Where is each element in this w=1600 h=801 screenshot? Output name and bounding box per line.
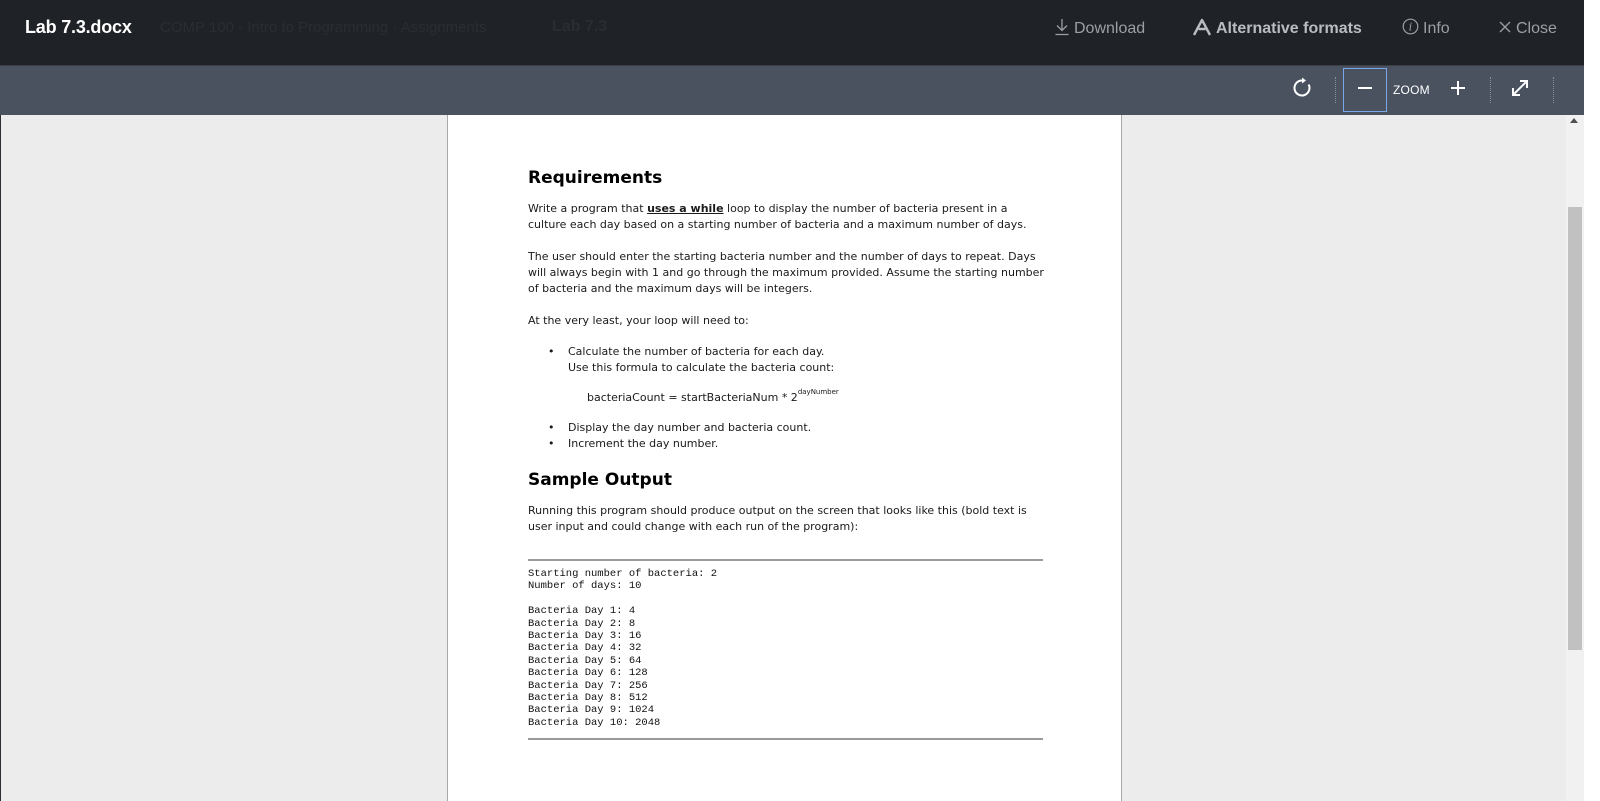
document-content: Requirements Write a program that uses a… xyxy=(528,167,1048,741)
document-page: Requirements Write a program that uses a… xyxy=(447,115,1122,801)
fullscreen-button[interactable] xyxy=(1498,68,1542,112)
intro-emphasis: uses a while xyxy=(647,202,724,215)
close-label: Close xyxy=(1516,20,1557,37)
bullet-calculate: Calculate the number of bacteria for eac… xyxy=(568,345,825,358)
download-icon xyxy=(1054,18,1074,41)
background-tab-title: Lab 7.3 xyxy=(552,18,608,35)
user-input-paragraph: The user should enter the starting bacte… xyxy=(528,250,1044,295)
close-icon xyxy=(1498,20,1516,39)
list-item: Increment the day number. xyxy=(548,436,1048,452)
download-button[interactable]: Download xyxy=(1054,18,1145,40)
loop-steps-list-continued: Display the day number and bacteria coun… xyxy=(548,420,1048,452)
rotate-icon xyxy=(1291,77,1313,104)
info-label: Info xyxy=(1423,20,1450,37)
zoom-in-button[interactable] xyxy=(1436,68,1480,112)
list-item: Calculate the number of bacteria for eac… xyxy=(548,344,1048,376)
requirements-heading: Requirements xyxy=(528,168,663,188)
sample-output-heading: Sample Output xyxy=(528,470,672,490)
formula-exponent: dayNumber xyxy=(797,388,839,396)
info-button[interactable]: i Info xyxy=(1402,18,1450,40)
close-button[interactable]: Close xyxy=(1498,18,1557,40)
intro-prefix: Write a program that xyxy=(528,202,648,215)
window-right-edge xyxy=(1584,0,1600,801)
zoom-out-button[interactable] xyxy=(1343,68,1387,112)
alternative-formats-button[interactable]: Alternative formats xyxy=(1192,18,1362,40)
sample-output-code: Starting number of bacteria: 2 Number of… xyxy=(528,568,718,729)
plus-icon xyxy=(1450,80,1466,101)
alternative-formats-icon xyxy=(1192,18,1216,41)
expand-icon xyxy=(1510,78,1530,103)
formula: bacteriaCount = startBacteriaNum * 2dayN… xyxy=(587,388,1048,406)
svg-text:i: i xyxy=(1409,21,1413,34)
document-title: Lab 7.3.docx xyxy=(25,17,132,37)
minus-icon xyxy=(1357,80,1373,101)
zoom-label: ZOOM xyxy=(1393,83,1430,97)
info-icon: i xyxy=(1402,18,1423,40)
loop-intro-paragraph: At the very least, your loop will need t… xyxy=(528,314,749,327)
bullet-calculate-sub: Use this formula to calculate the bacter… xyxy=(568,361,835,374)
code-block-top-rule xyxy=(528,559,1043,561)
loop-steps-list: Calculate the number of bacteria for eac… xyxy=(548,344,1048,376)
list-item: Display the day number and bacteria coun… xyxy=(548,420,1048,436)
code-block-bottom-rule xyxy=(528,738,1043,741)
document-viewer[interactable]: Requirements Write a program that uses a… xyxy=(0,115,1584,801)
rotate-button[interactable] xyxy=(1280,68,1324,112)
formula-base: bacteriaCount = startBacteriaNum * 2 xyxy=(587,391,798,404)
sample-intro-paragraph: Running this program should produce outp… xyxy=(528,504,1027,533)
toolbar-divider xyxy=(1490,77,1491,103)
viewer-toolbar: ZOOM xyxy=(0,66,1584,115)
scroll-up-arrow-icon[interactable] xyxy=(1570,118,1578,123)
intro-paragraph: Write a program that uses a while loop t… xyxy=(528,201,1048,233)
alternative-formats-label: Alternative formats xyxy=(1216,20,1362,37)
toolbar-divider xyxy=(1553,77,1554,103)
download-label: Download xyxy=(1074,20,1146,37)
background-breadcrumb: COMP 100 - Intro to Programming · Assign… xyxy=(160,19,487,36)
viewer-header: Lab 7.3.docx COMP 100 - Intro to Program… xyxy=(0,0,1584,66)
vertical-scrollbar[interactable] xyxy=(1566,115,1584,801)
scrollbar-thumb[interactable] xyxy=(1568,207,1582,650)
viewer-left-edge xyxy=(0,115,1,801)
toolbar-divider xyxy=(1335,77,1336,103)
